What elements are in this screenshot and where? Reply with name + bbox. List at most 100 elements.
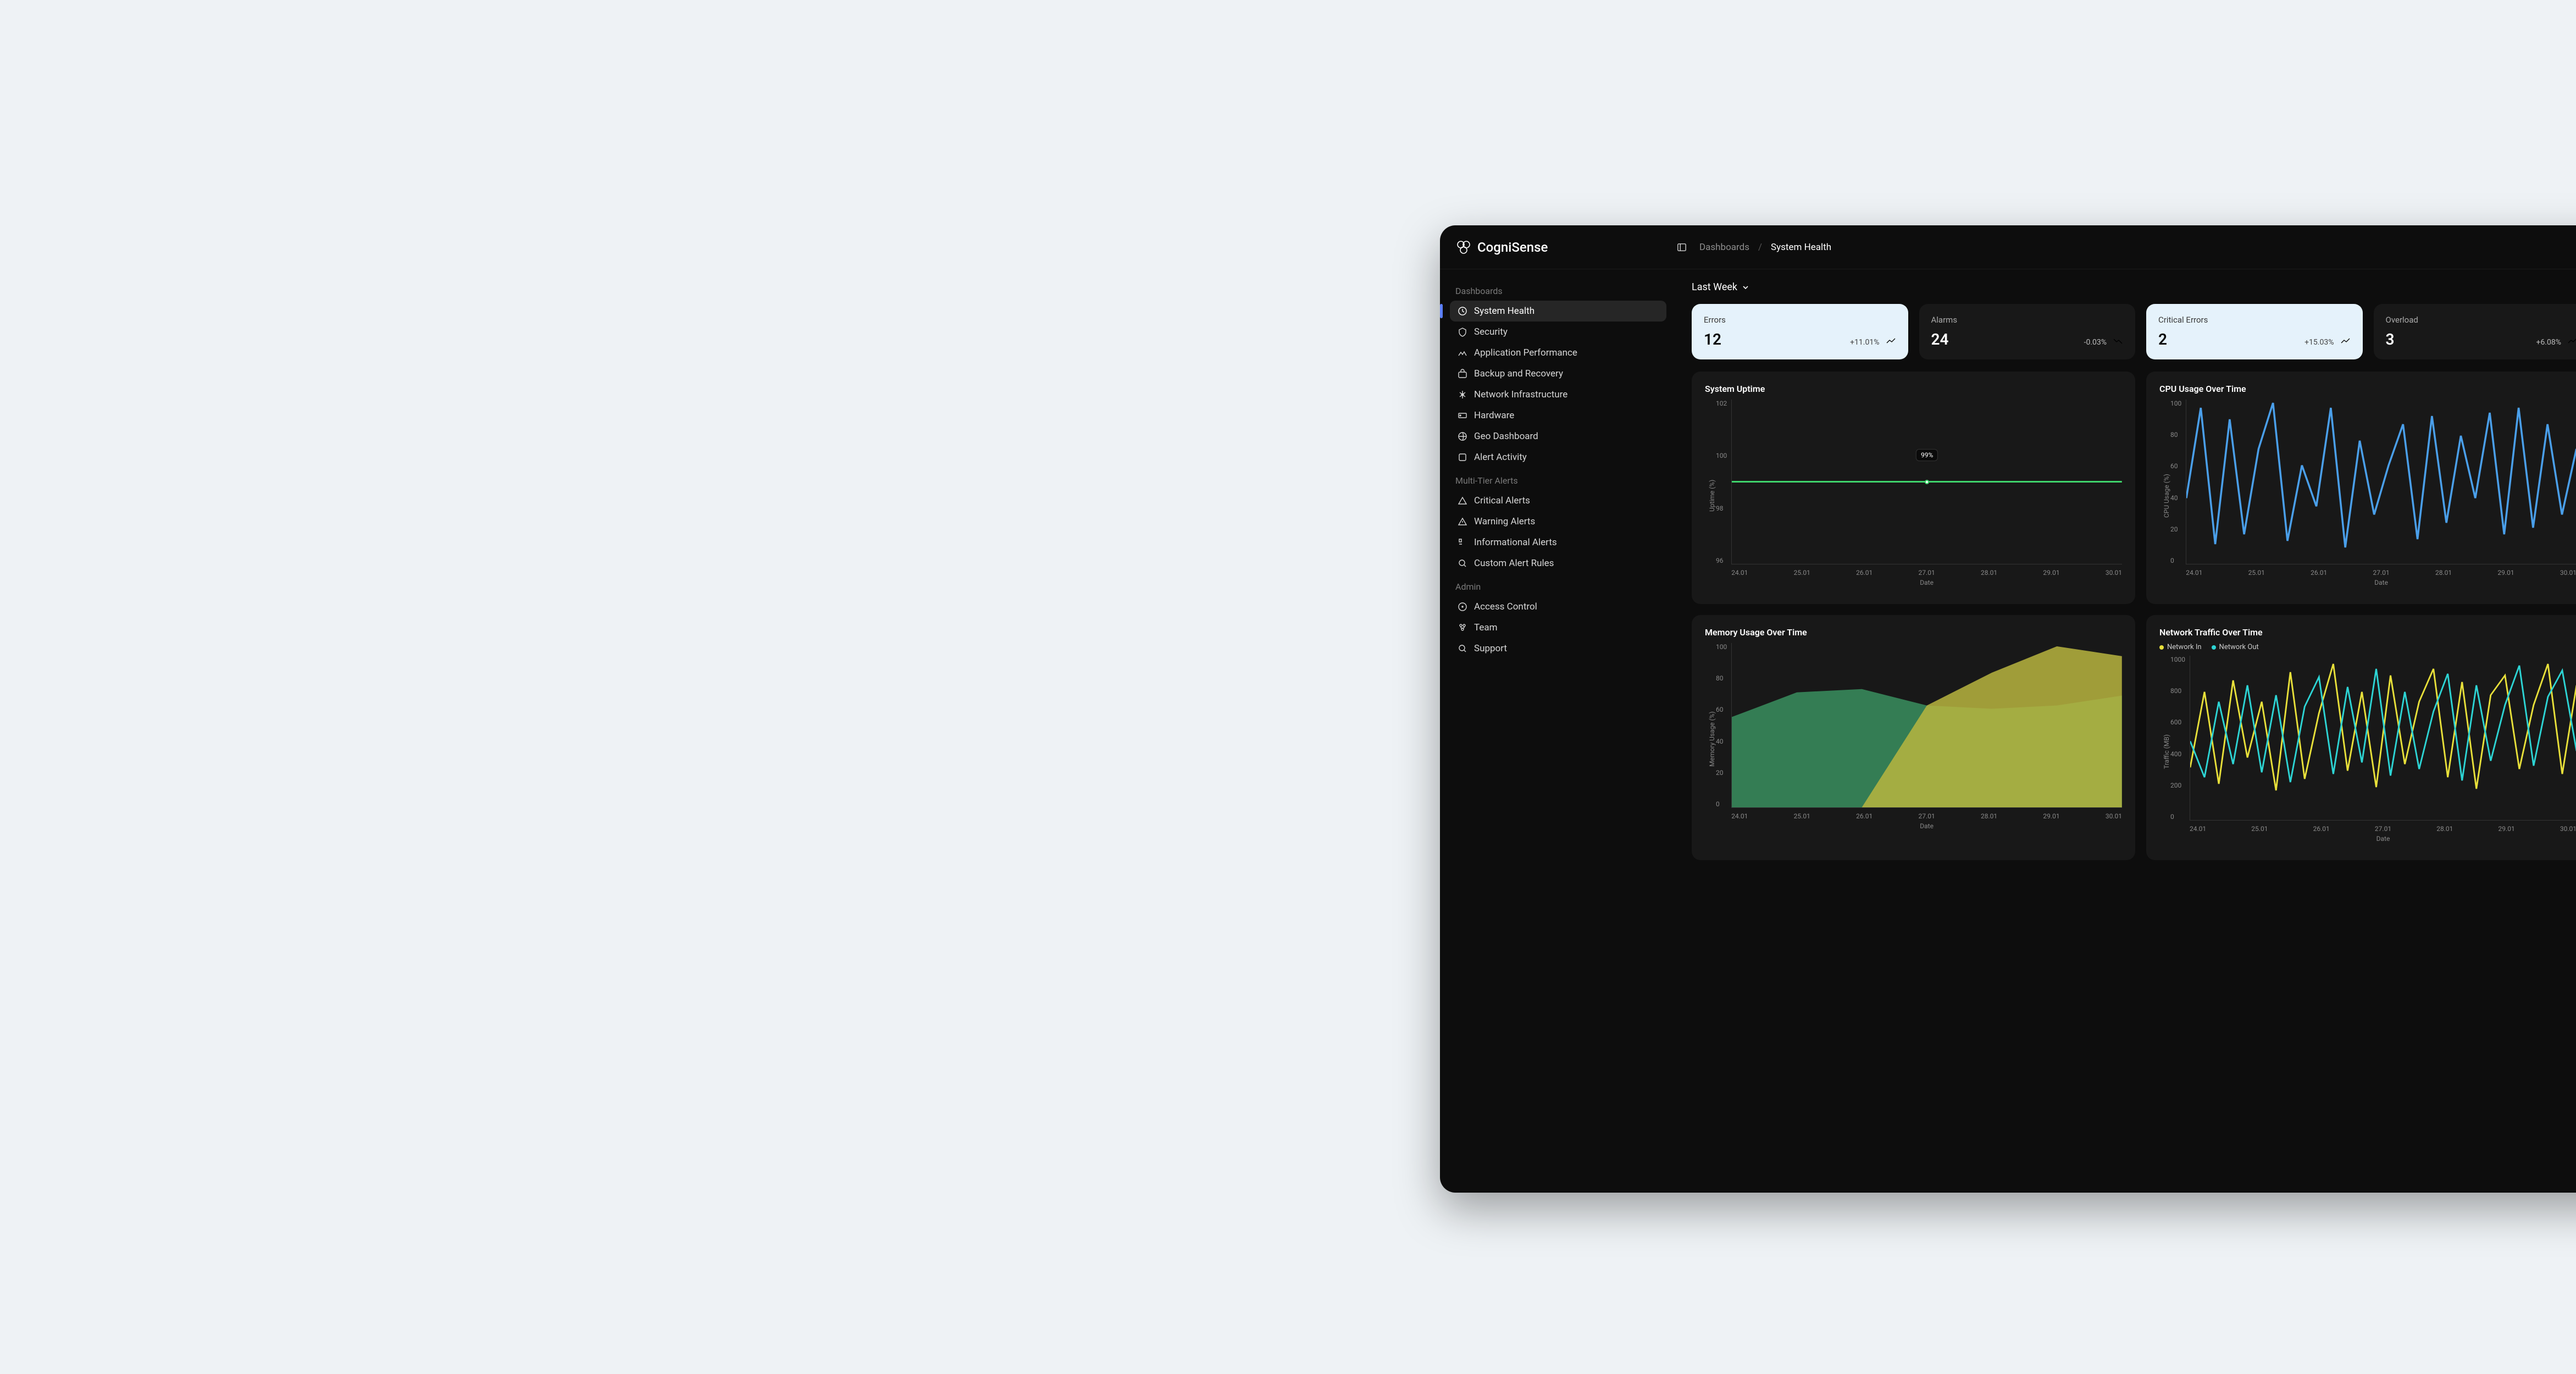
stat-card-alarms[interactable]: Alarms24-0.03% (1919, 304, 2136, 359)
sidebar-item-custom-alert-rules[interactable]: Custom Alert Rules (1450, 553, 1666, 574)
stat-value: 3 (2386, 330, 2395, 348)
nav-icon (1458, 602, 1467, 612)
time-range-label: Last Week (1692, 281, 1737, 293)
stat-card-errors[interactable]: Errors 12 +11.01% (1692, 304, 1908, 359)
y-axis: 100806040200 (1716, 643, 1731, 808)
chevron-down-icon (1742, 284, 1749, 291)
nav-icon (1458, 623, 1467, 633)
nav-icon (1458, 390, 1467, 400)
x-axis: 24.0125.0126.0127.0128.0129.0130.01 (1731, 808, 2122, 820)
stat-label: Overload (2386, 315, 2576, 325)
trend-icon (2113, 338, 2123, 345)
x-axis-label: Date (1731, 579, 2122, 586)
stat-value: 2 (2158, 330, 2167, 348)
chart-svg (2190, 656, 2576, 820)
y-axis-label: Uptime (%) (1705, 400, 1716, 592)
tooltip-marker (1925, 480, 1929, 484)
stat-card-overload[interactable]: Overload 3 +6.08% (2374, 304, 2576, 359)
nav-label: Team (1474, 622, 1498, 633)
time-range-selector[interactable]: Last Week (1692, 281, 2576, 293)
header: CogniSense Dashboards / System Health (1440, 225, 2576, 269)
chart-title: Memory Usage Over Time (1705, 627, 2122, 638)
stat-label: Critical Errors (2158, 315, 2351, 325)
nav-label: Hardware (1474, 410, 1514, 421)
breadcrumb-sep: / (1758, 242, 1762, 253)
nav-icon (1458, 348, 1467, 358)
sidebar-section-title: Multi-Tier Alerts (1455, 475, 1661, 486)
nav-icon (1458, 452, 1467, 462)
brand-name: CogniSense (1477, 240, 1548, 255)
chart-grid: System UptimeUptime (%)102100989699%24.0… (1692, 372, 2576, 860)
nav-label: Application Performance (1474, 347, 1577, 358)
sidebar-item-hardware[interactable]: Hardware (1450, 405, 1666, 426)
logo-icon (1455, 239, 1472, 256)
nav-icon (1458, 496, 1467, 506)
nav-icon (1458, 327, 1467, 337)
nav-label: System Health (1474, 306, 1534, 317)
chart-cpu-usage-over-time: CPU Usage Over Time CPU Usage (%)10080604… (2146, 372, 2576, 604)
x-axis: 24.0125.0126.0127.0128.0129.0130.01 (2190, 821, 2576, 833)
x-axis-label: Date (2186, 579, 2576, 586)
sidebar-item-backup-and-recovery[interactable]: Backup and Recovery (1450, 363, 1666, 384)
x-axis-label: Date (2190, 835, 2576, 843)
nav-label: Access Control (1474, 601, 1537, 612)
stat-label: Errors (1704, 315, 1896, 325)
y-axis-label: Memory Usage (%) (1705, 643, 1716, 835)
y-axis: 10008006004002000 (2170, 656, 2190, 821)
y-axis: 100806040200 (2170, 400, 2186, 564)
sidebar-item-application-performance[interactable]: Application Performance (1450, 342, 1666, 363)
stat-value: 24 (1931, 330, 1949, 348)
sidebar-item-support[interactable]: Support (1450, 638, 1666, 659)
sidebar-item-alert-activity[interactable]: Alert Activity (1450, 447, 1666, 468)
nav-label: Custom Alert Rules (1474, 558, 1554, 569)
sidebar-item-network-infrastructure[interactable]: Network Infrastructure (1450, 384, 1666, 405)
sidebar-item-critical-alerts[interactable]: Critical Alerts (1450, 490, 1666, 511)
plot-area (2190, 656, 2576, 821)
x-axis: 24.0125.0126.0127.0128.0129.0130.01 (1731, 564, 2122, 577)
sidebar-item-system-health[interactable]: System Health (1450, 301, 1666, 322)
brand: CogniSense (1455, 239, 1664, 256)
stat-label: Alarms (1931, 315, 2124, 325)
stat-value: 12 (1704, 330, 1721, 348)
chart-title: CPU Usage Over Time (2159, 384, 2576, 394)
sidebar-item-team[interactable]: Team (1450, 617, 1666, 638)
breadcrumb-root[interactable]: Dashboards (1699, 242, 1749, 253)
nav-label: Critical Alerts (1474, 495, 1530, 506)
nav-icon (1458, 517, 1467, 527)
sidebar-item-access-control[interactable]: Access Control (1450, 596, 1666, 617)
sidebar-item-geo-dashboard[interactable]: Geo Dashboard (1450, 426, 1666, 447)
nav-icon (1458, 558, 1467, 568)
y-axis-label: CPU Usage (%) (2159, 400, 2170, 592)
sidebar-section-title: Admin (1455, 581, 1661, 592)
nav-label: Support (1474, 643, 1507, 654)
nav-label: Informational Alerts (1474, 537, 1557, 548)
nav-icon (1458, 644, 1467, 653)
chart-legend: Network InNetwork Out (2159, 643, 2576, 651)
nav-label: Alert Activity (1474, 452, 1527, 463)
panel-toggle-icon[interactable] (1674, 240, 1689, 255)
sidebar: Dashboards System Health Security Applicati… (1440, 269, 1676, 1193)
sidebar-item-warning-alerts[interactable]: Warning Alerts (1450, 511, 1666, 532)
y-axis-label: Traffic (MB) (2159, 656, 2170, 848)
trend-icon (1886, 338, 1896, 345)
sidebar-item-informational-alerts[interactable]: Informational Alerts (1450, 532, 1666, 553)
nav-label: Geo Dashboard (1474, 431, 1538, 442)
chart-network-traffic-over-time: Network Traffic Over TimeNetwork InNetwo… (2146, 615, 2576, 860)
sidebar-section-title: Dashboards (1455, 286, 1661, 296)
nav-label: Backup and Recovery (1474, 368, 1563, 379)
plot-area (1731, 643, 2122, 808)
stat-card-critical-errors[interactable]: Critical Errors2+15.03% (2146, 304, 2363, 359)
x-axis: 24.0125.0126.0127.0128.0129.0130.01 (2186, 564, 2576, 577)
plot-area: 61% (2186, 400, 2576, 564)
sidebar-item-security[interactable]: Security (1450, 322, 1666, 342)
trend-icon (2568, 338, 2576, 345)
app-window: CogniSense Dashboards / System Health Da… (1440, 225, 2576, 1193)
nav-icon (1458, 306, 1467, 316)
stat-delta: +11.01% (1850, 338, 1879, 347)
stat-delta: +6.08% (2536, 338, 2562, 347)
x-axis-label: Date (1731, 822, 2122, 830)
plot-area: 99% (1731, 400, 2122, 564)
chart-svg (1732, 643, 2122, 807)
chart-tooltip: 99% (1916, 449, 1938, 461)
trend-icon (2341, 338, 2351, 345)
